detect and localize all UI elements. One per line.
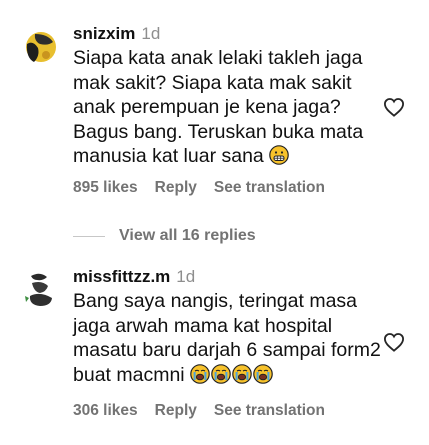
heart-outline-icon[interactable] — [383, 97, 405, 117]
reply-button[interactable]: Reply — [155, 179, 197, 196]
likes-count[interactable]: 306 likes — [73, 402, 138, 419]
loudly-crying-face-emoji — [190, 363, 210, 384]
avatar-snizxim[interactable] — [18, 26, 60, 68]
likes-count[interactable]: 895 likes — [73, 179, 138, 196]
view-replies-label[interactable]: View all 16 replies — [119, 227, 256, 245]
comment-actions: 895 likes Reply See translation — [73, 179, 342, 197]
comment-line: manusia kat luar sana — [73, 144, 373, 169]
view-replies-button[interactable]: View all 16 replies — [73, 226, 256, 246]
timestamp: 1d — [176, 267, 196, 286]
comment-line: Bagus bang. Teruskan buka mata — [73, 120, 364, 143]
see-translation-button[interactable]: See translation — [214, 179, 325, 196]
timestamp: 1d — [141, 24, 161, 43]
comment-line: buat macmni — [73, 363, 373, 388]
loudly-crying-face-emoji — [232, 363, 252, 384]
see-translation-button[interactable]: See translation — [214, 402, 325, 419]
loudly-crying-face-emoji — [211, 363, 231, 384]
comment-text: Siapa kata anak lelaki takleh jaga mak s… — [73, 46, 373, 169]
grimacing-face-emoji — [269, 145, 290, 165]
username[interactable]: snizxim — [73, 24, 135, 43]
comment-actions: 306 likes Reply See translation — [73, 402, 342, 420]
avatar-missfittzz[interactable] — [18, 268, 60, 310]
reply-button[interactable]: Reply — [155, 402, 197, 419]
comment-text: Bang saya nangis, teringat masa jaga arw… — [73, 289, 381, 388]
comment-line: mak sakit? Siapa kata mak sakit — [73, 71, 352, 94]
divider-line — [73, 235, 105, 237]
comment-line: anak perempuan je kena jaga? — [73, 96, 341, 118]
comment-line: masatu baru darjah 6 sampai form2 — [73, 339, 381, 361]
comment-line-text: manusia kat luar sana — [73, 145, 264, 167]
username[interactable]: missfittzz.m — [73, 267, 170, 286]
comment-line: Bang saya nangis, teringat masa — [73, 290, 358, 312]
comment-line-text: buat macmni — [73, 363, 185, 386]
heart-outline-icon[interactable] — [383, 332, 405, 352]
comment-line: Siapa kata anak lelaki takleh jaga — [73, 47, 363, 69]
loudly-crying-face-emoji — [253, 363, 273, 384]
comment-line: jaga arwah mama kat hospital — [73, 314, 333, 337]
